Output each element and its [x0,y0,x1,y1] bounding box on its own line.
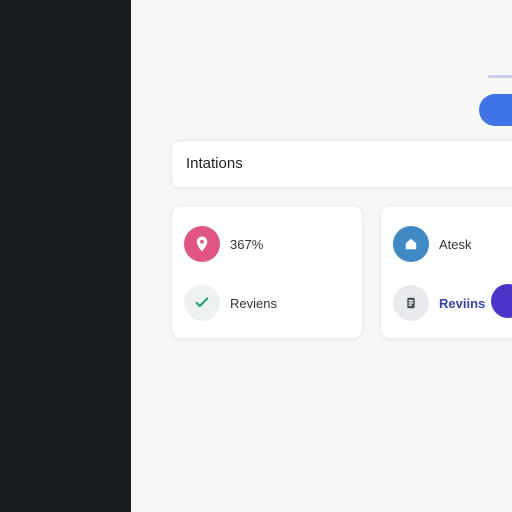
top-indicator-line [488,75,512,78]
document-icon [393,285,429,321]
card-2-row-2[interactable]: Reviins [393,285,485,321]
card-1-row-2[interactable]: Reviens [184,285,277,321]
card-1-row-1[interactable]: 367% [184,226,263,262]
check-icon [184,285,220,321]
stat-card-2[interactable]: Atesk Reviins [380,205,512,339]
primary-action-button[interactable] [479,94,512,126]
home-icon [393,226,429,262]
card-2-row-1[interactable]: Atesk [393,226,472,262]
card-2-row-2-label: Reviins [439,295,486,311]
card-1-row-1-label: 367% [230,236,264,252]
section-header: Intations [171,140,512,188]
card-2-row-1-label: Atesk [439,236,472,252]
location-pin-icon [184,226,220,262]
stat-card-1[interactable]: 367% Reviens [171,205,363,339]
section-title: Intations [186,155,243,172]
card-1-row-2-label: Reviens [230,295,277,311]
sidebar [0,0,131,512]
main-panel: Intations 367% Reviens Atesk Reviins [131,0,512,512]
